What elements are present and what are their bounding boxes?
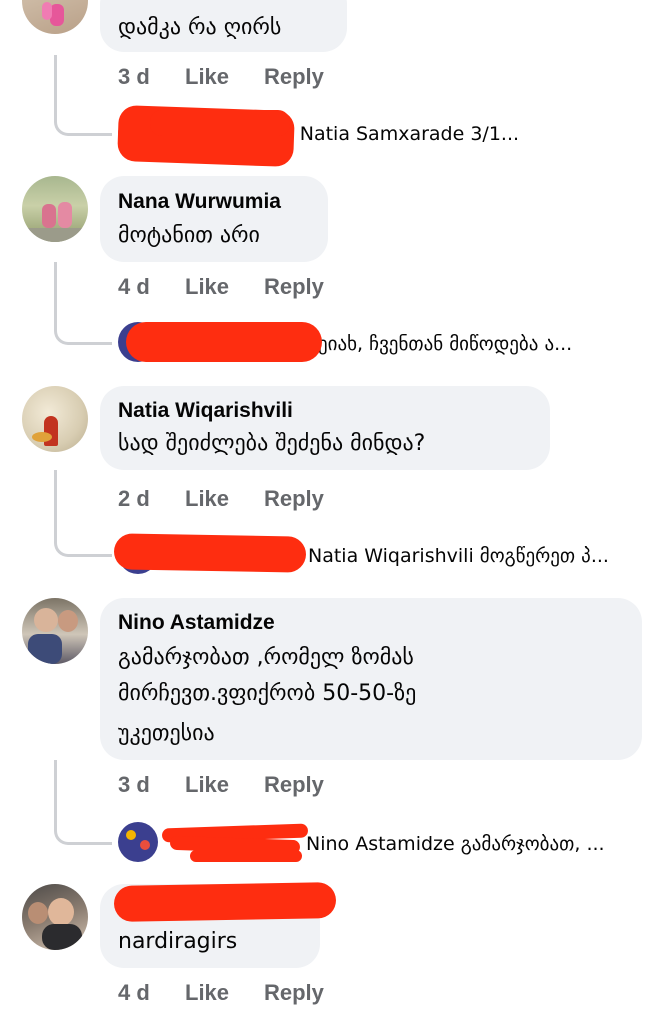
comment-time: 3 d <box>118 64 150 89</box>
redaction-mark <box>126 322 322 362</box>
comment-text: nardiragirs <box>118 929 238 954</box>
reply-avatar[interactable] <box>118 822 158 862</box>
redaction-mark <box>190 850 302 862</box>
comment-bubble: დამკა რა ღირს <box>100 0 347 52</box>
reply-preview[interactable]: Nino Astamidze გამარჯობათ, ... <box>306 833 646 855</box>
reply-button[interactable]: Reply <box>264 980 324 1006</box>
reply-button[interactable]: Reply <box>264 772 324 798</box>
comment-text: სად შეიძლება შეძენა მინდა? <box>118 431 426 456</box>
like-button[interactable]: Like <box>185 772 229 798</box>
comment-text: დამკა რა ღირს <box>118 15 282 40</box>
like-button[interactable]: Like <box>185 64 229 90</box>
reply-preview[interactable]: Natia Wiqarishvili მოგწერეთ პ... <box>308 545 640 567</box>
avatar[interactable] <box>22 0 88 34</box>
comment-text-line: გამარჯობათ ,რომელ ზომას <box>118 645 414 670</box>
comment-text: მოტანით არი <box>118 223 260 248</box>
like-button[interactable]: Like <box>185 486 229 512</box>
avatar[interactable] <box>22 598 88 664</box>
comment-text-line: მირჩევთ.ვფიქრობ 50-50-ზე <box>118 681 417 706</box>
comment-time: 4 d <box>118 274 150 299</box>
reply-preview[interactable]: ეიახ, ჩვენთან მიწოდება ა... <box>318 333 638 355</box>
thread-connector <box>54 262 112 345</box>
comment-author[interactable]: Nino Astamidze <box>118 611 275 635</box>
redaction-mark <box>150 110 290 136</box>
reply-button[interactable]: Reply <box>264 486 324 512</box>
thread-connector <box>54 760 112 845</box>
redaction-mark <box>113 533 307 573</box>
reply-button[interactable]: Reply <box>264 274 324 300</box>
redaction-mark <box>113 882 337 922</box>
comment-bubble: Nana Wurwumia მოტანით არი <box>100 176 328 262</box>
comment-time: 4 d <box>118 980 150 1005</box>
avatar[interactable] <box>22 176 88 242</box>
comment-time: 3 d <box>118 772 150 797</box>
like-button[interactable]: Like <box>185 980 229 1006</box>
comment-author[interactable]: Nana Wurwumia <box>118 190 281 214</box>
avatar[interactable] <box>22 386 88 452</box>
comment-author[interactable]: Natia Wiqarishvili <box>118 399 293 423</box>
thread-connector <box>54 55 112 136</box>
reply-button[interactable]: Reply <box>264 64 324 90</box>
comment-time: 2 d <box>118 486 150 511</box>
avatar[interactable] <box>22 884 88 950</box>
thread-connector <box>54 470 112 557</box>
reply-preview[interactable]: e Natia Samxarade 3/1... <box>282 123 552 145</box>
comment-text-line: უკეთესია <box>118 721 215 746</box>
like-button[interactable]: Like <box>185 274 229 300</box>
comment-bubble: Nino Astamidze გამარჯობათ ,რომელ ზომას მ… <box>100 598 642 760</box>
comment-bubble: Natia Wiqarishvili სად შეიძლება შეძენა მ… <box>100 386 550 470</box>
